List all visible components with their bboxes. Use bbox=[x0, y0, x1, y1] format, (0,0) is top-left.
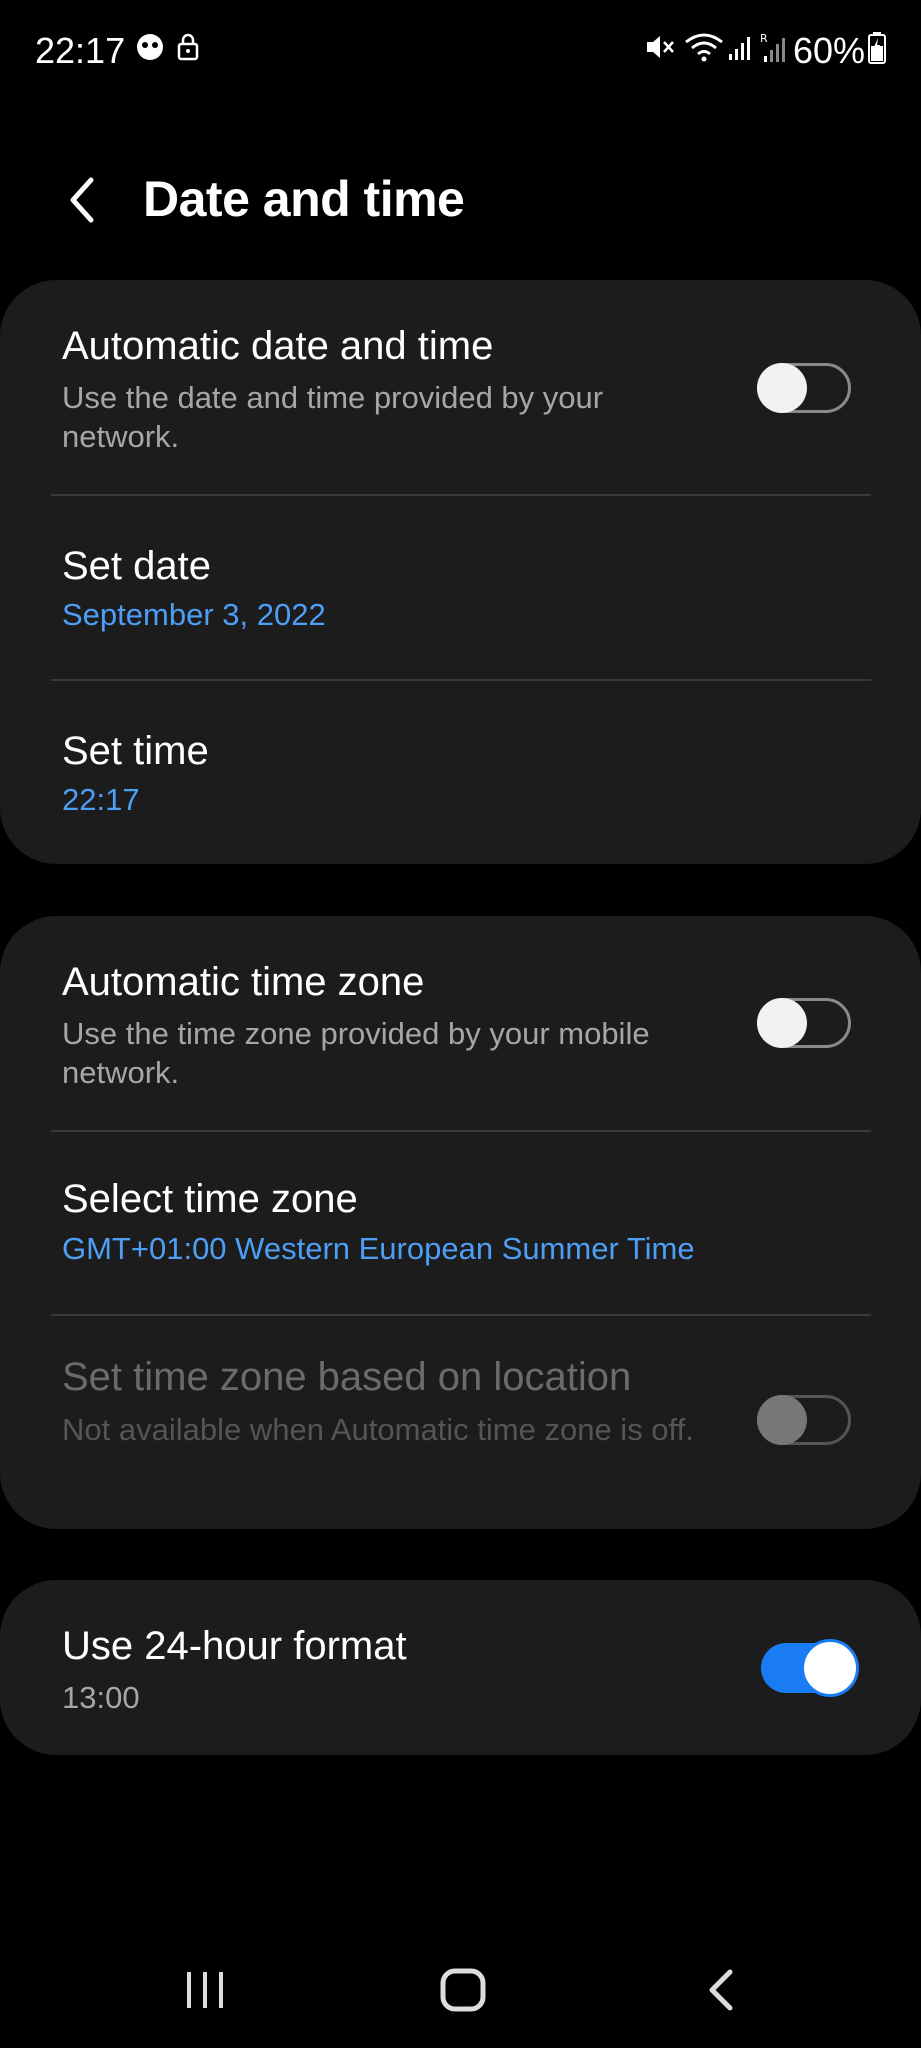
time-zone-location-subtitle: Not available when Automatic time zone i… bbox=[62, 1412, 694, 1447]
set-time-value: 22:17 bbox=[62, 782, 140, 817]
page-title: Date and time bbox=[143, 171, 465, 227]
automatic-time-zone-row[interactable]: Automatic time zone Use the time zone pr… bbox=[0, 916, 921, 1130]
home-icon bbox=[440, 1968, 486, 2012]
use-24-hour-title: Use 24-hour format bbox=[62, 1624, 407, 1668]
back-arrow-icon bbox=[709, 1969, 733, 2011]
format-card: Use 24-hour format 13:00 bbox=[0, 1580, 921, 1755]
wifi-icon bbox=[684, 32, 724, 67]
svg-text:R: R bbox=[760, 32, 768, 45]
time-zone-card: Automatic time zone Use the time zone pr… bbox=[0, 916, 921, 1529]
toggle-knob bbox=[757, 998, 807, 1048]
mute-icon bbox=[643, 32, 675, 67]
select-time-zone-row[interactable]: Select time zone GMT+01:00 Western Europ… bbox=[0, 1132, 921, 1312]
toggle-knob bbox=[757, 363, 807, 413]
time-zone-location-row: Set time zone based on location Not avai… bbox=[0, 1316, 921, 1529]
smiley-notification-icon bbox=[135, 32, 165, 67]
home-button[interactable] bbox=[428, 1960, 498, 2020]
recent-apps-button[interactable] bbox=[170, 1960, 240, 2020]
automatic-time-zone-toggle[interactable] bbox=[757, 998, 851, 1048]
battery-percent: 60% bbox=[792, 30, 865, 71]
set-time-title: Set time bbox=[62, 729, 209, 773]
navigation-bar bbox=[0, 1940, 921, 2030]
automatic-time-zone-title: Automatic time zone bbox=[62, 960, 425, 1004]
date-time-card: Automatic date and time Use the date and… bbox=[0, 280, 921, 864]
signal-icon bbox=[728, 32, 752, 67]
automatic-time-zone-subtitle: Use the time zone provided by your mobil… bbox=[62, 1016, 650, 1090]
roaming-signal-icon: R bbox=[760, 32, 788, 71]
automatic-date-time-subtitle: Use the date and time provided by your n… bbox=[62, 380, 604, 454]
set-date-value: September 3, 2022 bbox=[62, 597, 326, 632]
select-time-zone-title: Select time zone bbox=[62, 1177, 358, 1221]
set-date-row[interactable]: Set date September 3, 2022 bbox=[0, 496, 921, 678]
use-24-hour-row[interactable]: Use 24-hour format 13:00 bbox=[0, 1580, 921, 1755]
nav-back-button[interactable] bbox=[686, 1960, 756, 2020]
use-24-hour-subtitle: 13:00 bbox=[62, 1680, 140, 1715]
automatic-date-time-title: Automatic date and time bbox=[62, 324, 494, 368]
app-header: Date and time bbox=[0, 150, 921, 250]
time-zone-location-title: Set time zone based on location bbox=[62, 1355, 632, 1399]
back-button[interactable] bbox=[52, 170, 112, 230]
time-zone-location-toggle bbox=[757, 1395, 851, 1445]
lock-icon bbox=[176, 32, 200, 67]
status-time: 22:17 bbox=[35, 30, 126, 71]
automatic-date-time-row[interactable]: Automatic date and time Use the date and… bbox=[0, 280, 921, 494]
battery-icon bbox=[868, 32, 886, 69]
use-24-hour-toggle[interactable] bbox=[761, 1639, 859, 1697]
automatic-date-time-toggle[interactable] bbox=[757, 363, 851, 413]
toggle-knob bbox=[757, 1395, 807, 1445]
status-bar: 22:17 R 60% bbox=[0, 0, 921, 100]
select-time-zone-value: GMT+01:00 Western European Summer Time bbox=[62, 1231, 695, 1266]
recent-apps-icon bbox=[187, 1972, 223, 2008]
set-date-title: Set date bbox=[62, 544, 212, 588]
toggle-knob bbox=[801, 1639, 859, 1697]
chevron-left-icon bbox=[70, 177, 94, 223]
set-time-row[interactable]: Set time 22:17 bbox=[0, 681, 921, 864]
